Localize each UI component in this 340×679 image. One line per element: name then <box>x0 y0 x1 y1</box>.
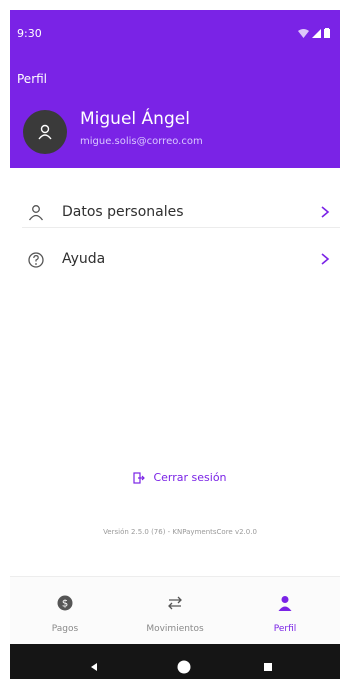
version-text: Versión 2.5.0 (76) - KNPaymentsCore v2.0… <box>103 528 257 536</box>
menu-item-label: Ayuda <box>62 251 106 267</box>
tab-label: Pagos <box>51 624 79 634</box>
back-triangle-icon <box>91 662 97 671</box>
user-name: Miguel Ángel <box>80 109 190 129</box>
tab-movimientos[interactable]: Movimientos <box>120 577 230 645</box>
tab-perfil[interactable]: Perfil <box>230 577 340 645</box>
menu-item-label: Datos personales <box>62 204 184 220</box>
tab-label: Perfil <box>273 624 297 634</box>
svg-text:$: $ <box>62 599 68 610</box>
wifi-icon <box>298 28 309 38</box>
signal-icon <box>312 28 321 38</box>
tab-label: Movimientos <box>146 624 204 634</box>
app-screen: 9:30 Perfil Miguel Ángel migue.solis@cor… <box>10 10 340 679</box>
avatar <box>23 110 67 154</box>
back-button[interactable] <box>74 644 114 679</box>
logout-button[interactable]: Cerrar sesión <box>10 471 340 484</box>
logout-icon <box>133 471 146 484</box>
status-time: 9:30 <box>17 27 42 40</box>
swap-arrows-icon <box>168 596 182 610</box>
divider <box>22 227 340 228</box>
chevron-right-icon <box>321 253 330 265</box>
help-circle-icon <box>24 248 48 272</box>
chevron-right-icon <box>321 206 330 218</box>
recents-square-icon <box>264 662 272 671</box>
status-icons <box>298 28 330 38</box>
person-outline-icon <box>38 124 52 140</box>
person-icon <box>278 596 292 611</box>
bottom-nav: $ Pagos Movimientos Perfil <box>10 576 340 645</box>
system-nav-bar <box>10 644 340 679</box>
home-circle-icon <box>177 660 191 673</box>
person-outline-icon <box>24 201 48 225</box>
tab-pagos[interactable]: $ Pagos <box>10 577 120 645</box>
profile-header: 9:30 Perfil Miguel Ángel migue.solis@cor… <box>10 10 340 168</box>
home-button[interactable] <box>164 644 204 679</box>
menu-item-help[interactable]: Ayuda <box>10 232 340 288</box>
dollar-coin-icon: $ <box>57 595 73 611</box>
page-title: Perfil <box>17 72 48 86</box>
recents-button[interactable] <box>248 644 288 679</box>
user-email: migue.solis@correo.com <box>80 136 203 147</box>
logout-label: Cerrar sesión <box>153 471 227 484</box>
battery-icon <box>324 28 330 38</box>
